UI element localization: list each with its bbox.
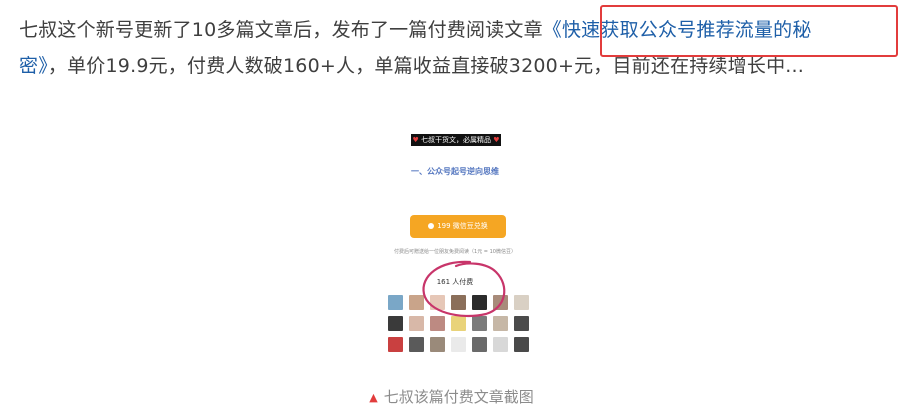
paid-article-screenshot: ♥ 七叔干货文，必属精品 ♥ 一、公众号起号逆向思维 199 微信豆兑换 付费后… — [360, 124, 550, 364]
image-caption: ▲ 七叔该篇付费文章截图 — [0, 386, 903, 407]
article-paragraph: 七叔这个新号更新了10多篇文章后，发布了一篇付费阅读文章《快速获取公众号推荐流量… — [19, 12, 889, 84]
badge-label: 七叔干货文，必属精品 — [421, 136, 491, 144]
payer-avatar — [514, 337, 529, 352]
heart-icon: ♥ — [412, 136, 419, 144]
article-title-link-end[interactable]: 密》 — [19, 55, 48, 77]
payer-avatar — [409, 337, 424, 352]
payer-avatar — [514, 316, 529, 331]
caption-text: 七叔该篇付费文章截图 — [383, 388, 534, 406]
payer-avatar — [388, 295, 403, 310]
pay-button[interactable]: 199 微信豆兑换 — [410, 215, 506, 238]
triangle-up-icon: ▲ — [369, 391, 378, 404]
article-tag-badge: ♥ 七叔干货文，必属精品 ♥ — [411, 134, 501, 146]
article-title-link[interactable]: 《快速获取公众号推荐流量的秘 — [543, 19, 812, 41]
payer-avatar — [388, 337, 403, 352]
pay-note: 付费后可赠送给一位朋友免费阅读（1元 = 10微信豆） — [394, 249, 516, 255]
hand-drawn-circle-mark — [422, 260, 506, 318]
heart-icon: ♥ — [493, 136, 500, 144]
payer-avatar — [472, 337, 487, 352]
coin-icon — [428, 223, 435, 229]
pay-button-label: 199 微信豆兑换 — [437, 222, 488, 230]
payer-avatar — [388, 316, 403, 331]
article-text-stats: ，单价19.9元，付费人数破160+人，单篇收益直接破3200+元，目前还在持续… — [47, 55, 804, 77]
screenshot-heading: 一、公众号起号逆向思维 — [411, 167, 499, 176]
payer-avatar — [430, 337, 445, 352]
article-line-2: 密》，单价19.9元，付费人数破160+人，单篇收益直接破3200+元，目前还在… — [19, 48, 889, 84]
payer-avatar — [451, 337, 466, 352]
payer-avatar — [493, 337, 508, 352]
article-text: 七叔这个新号更新了10多篇文章后，发布了一篇付费阅读文章 — [19, 19, 543, 41]
payer-avatar — [514, 295, 529, 310]
article-line-1: 七叔这个新号更新了10多篇文章后，发布了一篇付费阅读文章《快速获取公众号推荐流量… — [19, 12, 889, 48]
